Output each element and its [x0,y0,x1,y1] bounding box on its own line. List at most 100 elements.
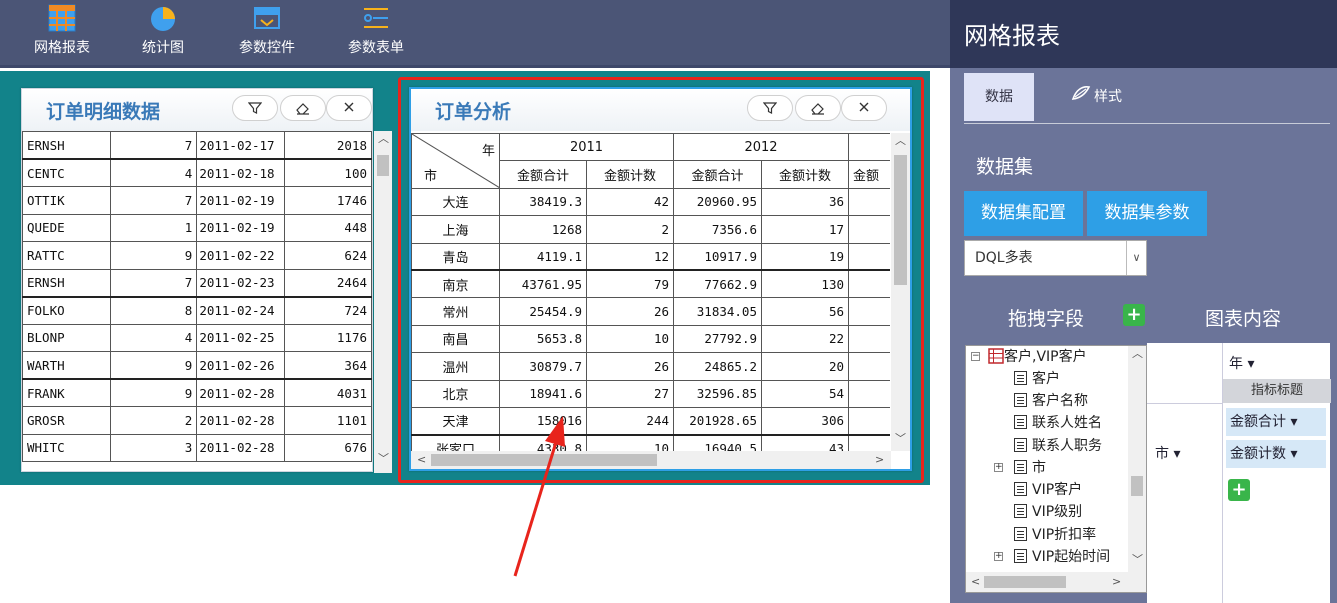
col-field-year[interactable]: 年 ▾ [1229,353,1254,373]
scroll-left-icon[interactable]: < [417,454,426,466]
filter-button[interactable] [232,95,278,121]
value-cell[interactable]: 25454.9 [499,297,587,326]
tab-data[interactable]: 数据 [964,73,1034,121]
table-cell[interactable]: 2011-02-28 [196,378,286,407]
value-cell[interactable]: 24865.2 [673,352,762,381]
dataset-params-button[interactable]: 数据集参数 [1087,191,1207,236]
city-cell[interactable]: 大连 [411,187,500,217]
value-cell[interactable]: 201928.65 [673,406,762,436]
table-row[interactable]: BLONP 4 2011-02-25 1176 [22,323,372,352]
tree-node[interactable]: VIP级别 [1014,501,1082,523]
value-cell[interactable]: 42 [586,187,674,217]
table-cell[interactable]: 1176 [284,323,372,352]
value-cell[interactable] [848,433,890,451]
measure-amount-sum[interactable]: 金额合计 ▾ [1226,408,1326,436]
value-cell[interactable]: 31834.05 [673,297,762,326]
vertical-scrollbar[interactable]: ︿ ﹀ [891,133,910,451]
toolbar-grid-report-button[interactable]: 网格报表 [26,0,98,68]
value-cell[interactable]: 18941.6 [499,379,587,408]
tree-node[interactable]: VIP折扣率 [1014,524,1096,546]
table-cell[interactable]: 7 [109,268,198,297]
table-row[interactable]: 南昌 5653.8 10 27792.9 22 [411,324,890,354]
value-cell[interactable]: 10 [586,433,674,451]
close-button[interactable] [841,95,887,121]
value-cell[interactable] [848,187,890,217]
field-tree[interactable]: − 客户,VIP客户 客户 客户名称 联系人姓名 联系人职务 + 市 VIP客户… [965,345,1147,593]
close-button[interactable] [326,95,372,121]
table-row[interactable]: 上海 1268 2 7356.6 17 [411,215,890,244]
value-cell[interactable]: 2 [848,269,890,299]
add-measure-button[interactable]: + [1228,479,1250,501]
value-cell[interactable]: 4 [848,406,890,436]
scroll-right-icon[interactable]: > [1112,576,1121,588]
table-row[interactable]: ERNSH 7 2011-02-23 2464 [22,268,372,297]
row-field-city[interactable]: 市 ▾ [1155,443,1180,463]
table-cell[interactable]: FOLKO [22,295,111,325]
value-cell[interactable] [848,297,890,326]
table-row[interactable]: RATTC 9 2011-02-22 624 [22,241,372,270]
tree-node[interactable]: VIP客户 [1014,479,1082,501]
value-cell[interactable]: 20960.95 [673,187,762,217]
table-row[interactable]: 常州 25454.9 26 31834.05 56 [411,297,890,326]
city-cell[interactable]: 常州 [411,297,500,326]
scroll-thumb[interactable] [984,576,1066,588]
table-cell[interactable]: 2011-02-22 [196,241,286,270]
horizontal-scrollbar[interactable]: < > [411,451,891,469]
scroll-up-icon[interactable]: ︿ [378,133,389,145]
table-row[interactable]: 天津158016244201928.653064 [411,406,890,436]
table-cell[interactable]: CENTC [22,158,111,187]
table-row[interactable]: OTTIK 7 2011-02-19 1746 [22,186,372,215]
value-cell[interactable]: 30879.7 [499,352,587,381]
clear-button[interactable] [795,95,841,121]
value-cell[interactable]: 306 [761,406,849,436]
table-cell[interactable]: 1101 [284,406,372,435]
scroll-down-icon[interactable]: ﹀ [1132,554,1143,566]
tree-horizontal-scrollbar[interactable]: < > [966,572,1146,592]
table-cell[interactable]: 2011-02-18 [196,158,286,187]
value-cell[interactable]: 27792.9 [673,324,762,354]
scroll-left-icon[interactable]: < [971,576,980,588]
value-cell[interactable] [848,324,890,354]
scroll-thumb[interactable] [894,155,907,285]
table-cell[interactable]: 2011-02-25 [196,323,286,352]
dataset-config-button[interactable]: 数据集配置 [964,191,1083,236]
table-cell[interactable]: 2011-02-19 [196,186,286,215]
table-cell[interactable]: 2011-02-24 [196,295,286,325]
scroll-thumb[interactable] [377,155,389,176]
measure-amount-count[interactable]: 金额计数 ▾ [1226,440,1326,468]
table-cell[interactable]: BLONP [22,323,111,352]
scroll-right-icon[interactable]: > [875,454,884,466]
table-cell[interactable]: 2011-02-17 [196,131,286,160]
table-cell[interactable]: 676 [284,433,372,462]
tree-vertical-scrollbar[interactable]: ︿ ﹀ [1128,346,1146,572]
table-row[interactable]: 温州30879.72624865.22012 [411,352,890,381]
value-cell[interactable]: 4119.1 [499,242,587,271]
table-cell[interactable]: 9 [109,378,198,407]
table-cell[interactable]: RATTC [22,241,111,270]
table-cell[interactable]: 2464 [284,268,372,297]
table-cell[interactable]: 9 [109,241,198,270]
table-cell[interactable]: 448 [284,213,372,242]
tree-node[interactable]: VIP起始时间 [1014,546,1110,568]
row-drop-zone[interactable]: 市 ▾ [1147,343,1222,603]
table-cell[interactable]: 9 [109,351,198,380]
value-cell[interactable]: 38419.3 [499,187,587,217]
value-cell[interactable]: 79 [586,269,674,299]
toolbar-chart-button[interactable]: 统计图 [130,0,196,68]
table-cell[interactable]: QUEDE [22,213,111,242]
value-cell[interactable]: 27 [586,379,674,408]
value-cell[interactable]: 77662.9 [673,269,762,299]
table-cell[interactable]: 100 [284,158,372,187]
value-cell[interactable]: 36 [761,187,849,217]
value-cell[interactable] [848,379,890,408]
value-cell[interactable]: 26 [586,352,674,381]
city-cell[interactable]: 北京 [411,379,500,408]
table-row[interactable]: QUEDE 1 2011-02-19 448 [22,213,372,242]
table-cell[interactable]: 2011-02-28 [196,406,286,435]
value-cell[interactable]: 10 [586,324,674,354]
tree-node-root[interactable]: 客户,VIP客户 [988,346,1087,368]
city-cell[interactable]: 南京 [411,269,500,299]
table-cell[interactable]: ERNSH [22,131,111,160]
value-cell[interactable]: 17 [761,215,849,244]
table-cell[interactable]: WHITC [22,433,111,462]
